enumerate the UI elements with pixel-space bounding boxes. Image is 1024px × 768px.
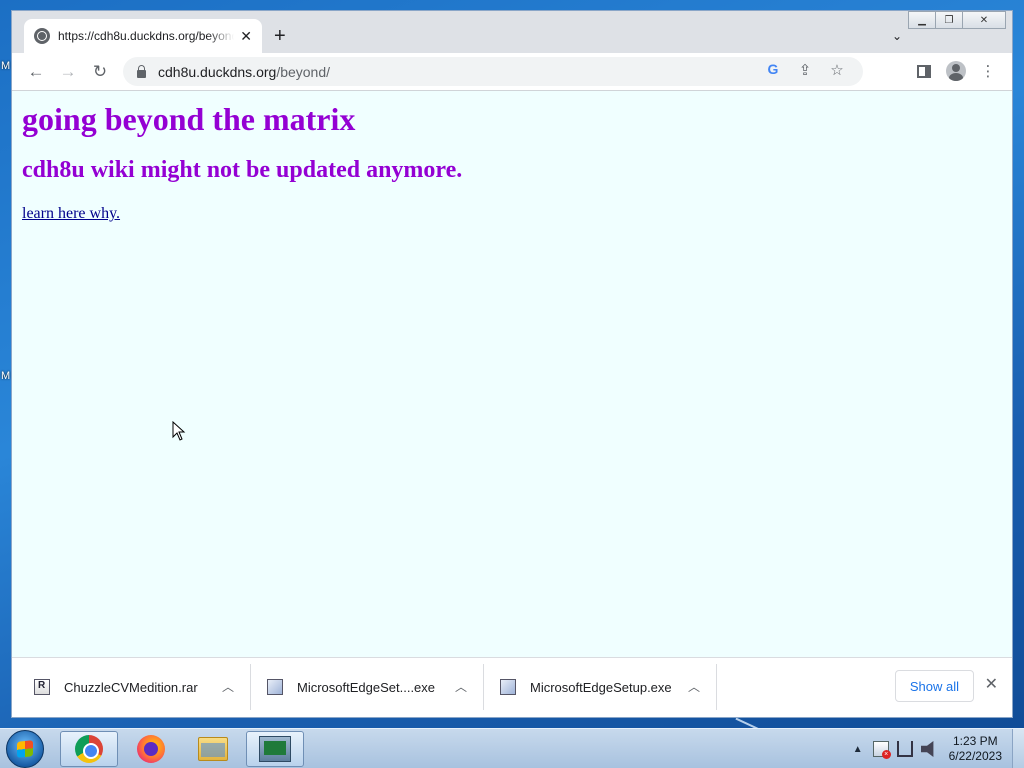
tab-search-icon[interactable]: ⌄	[892, 29, 902, 43]
globe-icon	[34, 28, 50, 44]
download-filename: MicrosoftEdgeSetup.exe	[530, 679, 672, 695]
browser-tab[interactable]: https://cdh8u.duckdns.org/beyond/ ✕	[24, 19, 262, 53]
share-icon[interactable]: ⇪	[789, 61, 821, 79]
url-path: /beyond/	[276, 63, 331, 80]
page-content: going beyond the matrix cdh8u wiki might…	[12, 90, 1012, 657]
firefox-icon	[137, 735, 165, 763]
installer-icon	[267, 679, 283, 695]
chevron-up-icon[interactable]: ︿	[222, 678, 234, 695]
back-button[interactable]: ←	[20, 58, 52, 86]
clock[interactable]: 1:23 PM 6/22/2023	[949, 734, 1002, 764]
rar-archive-icon	[34, 679, 50, 695]
lock-icon[interactable]	[137, 64, 146, 78]
show-hidden-icons-icon[interactable]: ▲	[853, 744, 863, 755]
page-heading: going beyond the matrix	[22, 101, 356, 137]
download-item[interactable]: ChuzzleCVMedition.rar ︿	[34, 664, 251, 710]
desktop-icon-label[interactable]: M	[1, 370, 10, 382]
menu-kebab-icon[interactable]: ⋮	[972, 57, 1004, 85]
tab-title: https://cdh8u.duckdns.org/beyond/	[58, 29, 235, 43]
side-panel-button[interactable]	[908, 57, 940, 85]
omnibox-actions: G ⇪ ☆	[757, 61, 853, 79]
clock-date: 6/22/2023	[948, 749, 1002, 763]
error-badge-icon: ×	[881, 750, 891, 759]
forward-button[interactable]: →	[52, 58, 84, 86]
show-desktop-button[interactable]	[1012, 729, 1024, 768]
installer-icon	[500, 679, 516, 695]
action-center-flag-icon[interactable]: ×	[872, 741, 891, 759]
google-lens-icon[interactable]: G	[757, 61, 789, 79]
close-window-button[interactable]: ✕	[962, 11, 1006, 29]
show-all-button[interactable]: Show all	[894, 670, 974, 702]
taskbar-firefox[interactable]	[122, 731, 180, 767]
tab-close-icon[interactable]: ✕	[240, 28, 252, 45]
bookmark-star-icon[interactable]: ☆	[821, 61, 853, 79]
page-subheading: cdh8u wiki might not be updated anymore.	[22, 157, 463, 183]
chevron-up-icon[interactable]: ︿	[688, 678, 700, 695]
chrome-icon	[75, 735, 103, 763]
restore-button[interactable]: ❐	[935, 11, 963, 29]
app-icon	[259, 736, 291, 762]
chrome-window: https://cdh8u.duckdns.org/beyond/ ✕ + ⌄ …	[11, 10, 1013, 718]
url-text[interactable]: cdh8u.duckdns.org/beyond/	[158, 64, 330, 80]
title-bar: https://cdh8u.duckdns.org/beyond/ ✕ + ⌄ …	[12, 11, 1012, 53]
url-host: cdh8u.duckdns.org	[158, 63, 277, 80]
taskbar: ▲ × 1:23 PM 6/22/2023	[0, 728, 1024, 768]
chevron-up-icon[interactable]: ︿	[455, 678, 467, 695]
browser-toolbar: ← → ↻ cdh8u.duckdns.org/beyond/ G ⇪ ☆ ⋮	[12, 53, 1012, 90]
start-button[interactable]	[6, 730, 44, 768]
close-downloads-icon[interactable]: ✕	[985, 674, 998, 694]
address-bar[interactable]: cdh8u.duckdns.org/beyond/ G ⇪ ☆	[123, 57, 863, 86]
reload-button[interactable]: ↻	[84, 58, 116, 86]
folder-icon	[198, 737, 228, 761]
volume-muted-icon[interactable]	[920, 741, 934, 757]
taskbar-app[interactable]	[246, 731, 304, 767]
minimize-button[interactable]: ▁	[908, 11, 936, 29]
desktop-icon-label[interactable]: M	[1, 60, 10, 72]
profile-button[interactable]	[940, 57, 972, 85]
downloads-bar: ChuzzleCVMedition.rar ︿ MicrosoftEdgeSet…	[12, 657, 1012, 717]
clock-time: 1:23 PM	[952, 734, 998, 748]
new-tab-button[interactable]: +	[274, 26, 286, 46]
download-filename: MicrosoftEdgeSet....exe	[297, 679, 436, 695]
download-filename: ChuzzleCVMedition.rar	[64, 679, 198, 695]
learn-why-link[interactable]: learn here why.	[22, 205, 120, 223]
network-icon[interactable]	[896, 741, 913, 757]
download-item[interactable]: MicrosoftEdgeSet....exe ︿	[267, 664, 484, 710]
system-tray: ▲ × 1:23 PM 6/22/2023	[853, 729, 1024, 768]
toolbar-right: ⋮	[908, 57, 1004, 85]
download-item[interactable]: MicrosoftEdgeSetup.exe ︿	[500, 664, 717, 710]
taskbar-file-explorer[interactable]	[184, 731, 242, 767]
window-controls: ▁ ❐ ✕	[908, 11, 1006, 29]
side-panel-icon	[917, 64, 931, 78]
taskbar-chrome[interactable]	[60, 731, 118, 767]
avatar-icon	[946, 61, 966, 81]
